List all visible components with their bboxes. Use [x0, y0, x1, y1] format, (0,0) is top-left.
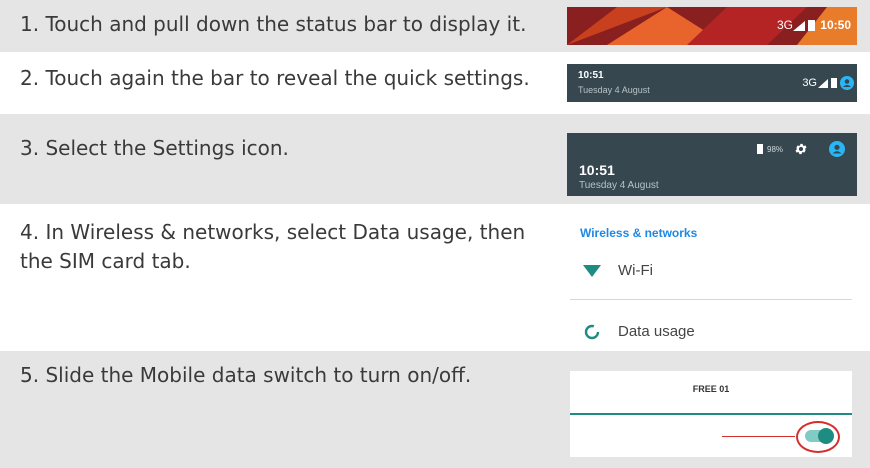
- account-icon[interactable]: [840, 76, 854, 90]
- clock-label: 10:51: [579, 162, 615, 178]
- battery-percent: 98%: [767, 145, 784, 154]
- wifi-icon: [583, 265, 601, 277]
- pointer-line: [722, 436, 795, 437]
- quick-bar-screenshot: 10:51 Tuesday 4 August 3G: [567, 64, 857, 102]
- status-bar-screenshot: 3G 10:50: [567, 7, 857, 45]
- list-divider: [570, 299, 852, 300]
- settings-shade-screenshot: 98% 10:51 Tuesday 4 August: [567, 133, 857, 196]
- step-2-text: 2. Touch again the bar to reveal the qui…: [20, 66, 530, 90]
- step-1-text: 1. Touch and pull down the status bar to…: [20, 12, 527, 36]
- battery-icon: [808, 20, 815, 31]
- clock-label: 10:50: [820, 18, 851, 32]
- clock-label: 10:51: [578, 70, 604, 81]
- step-4-text: 4. In Wireless & networks, select Data u…: [20, 220, 526, 273]
- sim-tab[interactable]: FREE 01: [570, 384, 852, 394]
- network-label: 3G: [776, 18, 793, 32]
- step-3-text: 3. Select the Settings icon.: [20, 136, 289, 160]
- date-label: Tuesday 4 August: [579, 180, 659, 191]
- mobile-data-screenshot: FREE 01: [570, 371, 852, 457]
- switch-thumb: [818, 428, 834, 444]
- section-header: Wireless & networks: [580, 226, 698, 240]
- instruction-table: 1. Touch and pull down the status bar to…: [0, 0, 870, 468]
- date-label: Tuesday 4 August: [578, 85, 650, 95]
- step-5-text: 5. Slide the Mobile data switch to turn …: [20, 363, 472, 387]
- data-usage-icon: [584, 324, 600, 340]
- settings-gear-icon[interactable]: [794, 142, 808, 156]
- tab-indicator: [570, 413, 852, 415]
- signal-icon: [818, 79, 828, 88]
- battery-icon: [757, 144, 763, 154]
- mobile-data-switch[interactable]: [805, 428, 834, 444]
- network-label: 3G: [802, 77, 817, 89]
- data-usage-item[interactable]: Data usage: [618, 323, 695, 340]
- wifi-item[interactable]: Wi-Fi: [618, 262, 653, 279]
- account-icon[interactable]: [829, 141, 845, 157]
- battery-icon: [831, 78, 837, 88]
- wireless-networks-screenshot: Wireless & networks Wi-Fi Data usage: [570, 220, 852, 343]
- signal-icon: [793, 21, 805, 31]
